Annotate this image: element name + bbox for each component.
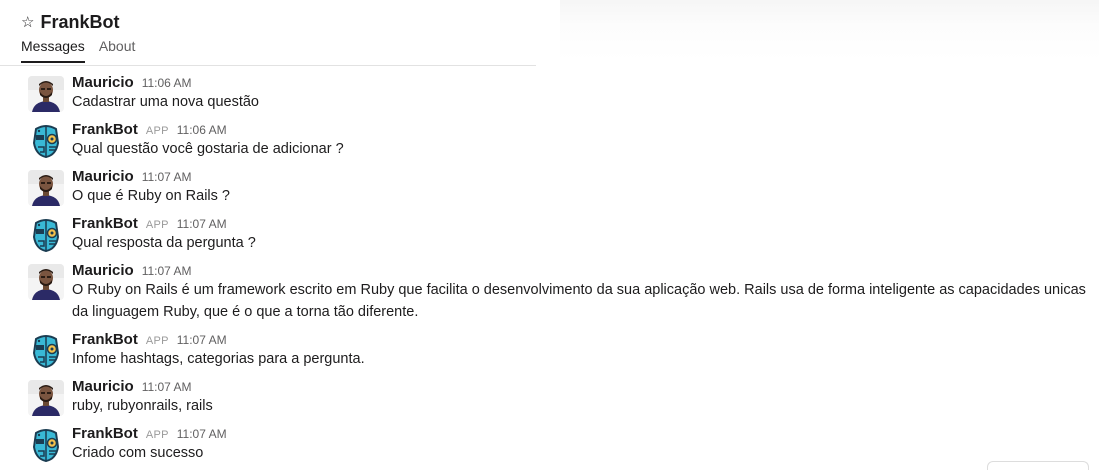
app-badge: APP (145, 125, 169, 137)
app-badge: APP (145, 335, 169, 347)
message-text: Criado com sucesso (72, 445, 204, 461)
message-meta: FrankBot APP 11:07 AM (72, 331, 227, 348)
message-text: Cadastrar uma nova questão (72, 94, 259, 110)
sender-name[interactable]: FrankBot (72, 425, 138, 442)
message-timestamp[interactable]: 11:07 AM (142, 264, 192, 278)
message-timestamp[interactable]: 11:06 AM (142, 76, 192, 90)
message-text: O que é Ruby on Rails ? (72, 188, 230, 204)
app-badge: APP (145, 429, 169, 441)
tab-messages[interactable]: Messages (21, 38, 85, 63)
bot-avatar[interactable] (28, 427, 64, 463)
message-timestamp[interactable]: 11:07 AM (142, 170, 192, 184)
user-avatar[interactable] (28, 170, 64, 206)
bot-avatar[interactable] (28, 123, 64, 159)
star-icon[interactable]: ☆ (21, 15, 34, 30)
message-actions-corner (987, 461, 1089, 470)
message-meta: Mauricio 11:06 AM (72, 74, 192, 91)
sender-name[interactable]: Mauricio (72, 378, 134, 395)
sender-name[interactable]: FrankBot (72, 215, 138, 232)
bot-avatar[interactable] (28, 217, 64, 253)
sender-name[interactable]: FrankBot (72, 121, 138, 138)
channel-title: FrankBot (40, 12, 120, 32)
sender-name[interactable]: Mauricio (72, 74, 134, 91)
user-avatar[interactable] (28, 76, 64, 112)
message-timestamp[interactable]: 11:07 AM (177, 333, 227, 347)
sender-name[interactable]: Mauricio (72, 168, 134, 185)
bot-avatar[interactable] (28, 333, 64, 369)
tab-about[interactable]: About (99, 38, 136, 63)
message-timestamp[interactable]: 11:06 AM (177, 123, 227, 137)
message-meta: Mauricio 11:07 AM (72, 262, 192, 279)
message-meta: FrankBot APP 11:07 AM (72, 425, 227, 442)
message-text: ruby, rubyonrails, rails (72, 398, 213, 414)
user-avatar[interactable] (28, 264, 64, 300)
message-meta: Mauricio 11:07 AM (72, 168, 192, 185)
message-text: O Ruby on Rails é um framework escrito e… (72, 282, 1086, 320)
header-background-shade (560, 0, 1099, 60)
message-text: Qual questão você gostaria de adicionar … (72, 141, 344, 157)
message-meta: FrankBot APP 11:07 AM (72, 215, 227, 232)
sender-name[interactable]: FrankBot (72, 331, 138, 348)
message-meta: FrankBot APP 11:06 AM (72, 121, 227, 138)
message-text: Infome hashtags, categorias para a pergu… (72, 351, 365, 367)
message-meta: Mauricio 11:07 AM (72, 378, 192, 395)
message-text: Qual resposta da pergunta ? (72, 235, 256, 251)
sender-name[interactable]: Mauricio (72, 262, 134, 279)
user-avatar[interactable] (28, 380, 64, 416)
message-timestamp[interactable]: 11:07 AM (177, 427, 227, 441)
message-timestamp[interactable]: 11:07 AM (142, 380, 192, 394)
channel-title-row: ☆ FrankBot (21, 12, 119, 33)
channel-tabs: Messages About (21, 38, 149, 63)
channel-header: ☆ FrankBot Messages About (0, 0, 536, 66)
message-timestamp[interactable]: 11:07 AM (177, 217, 227, 231)
app-badge: APP (145, 219, 169, 231)
